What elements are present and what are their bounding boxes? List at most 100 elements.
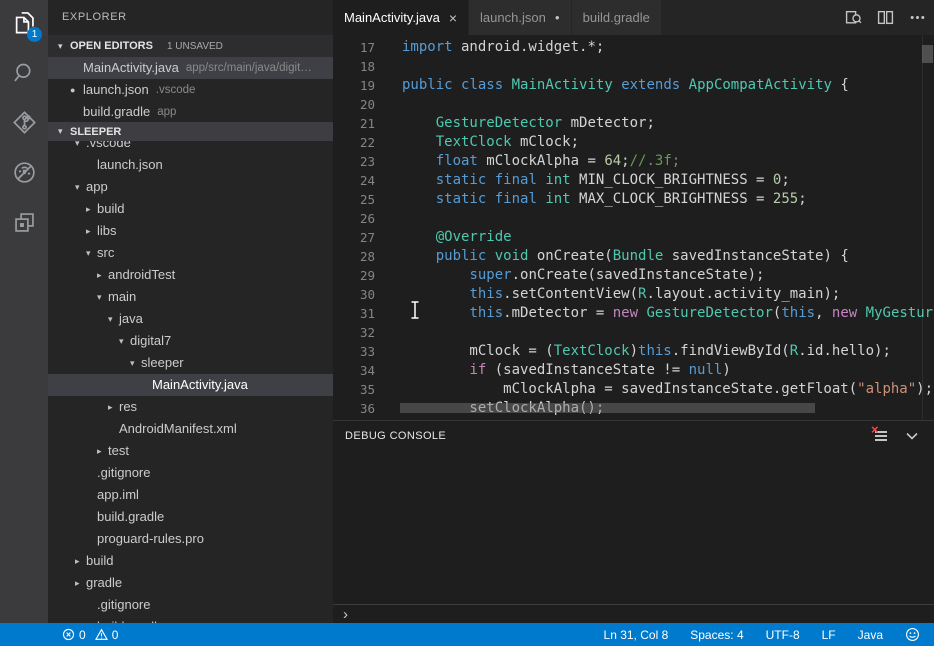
line-number: 28: [333, 247, 375, 266]
split-editor-icon[interactable]: [874, 7, 896, 29]
tree-item-label: proguard-rules.pro: [97, 528, 204, 550]
status-item-lf[interactable]: LF: [822, 628, 836, 642]
tree-item-label: build.gradle: [97, 506, 164, 528]
chevron-expanded-icon: ▾: [86, 242, 97, 264]
editor-group: MainActivity.java×launch.json● build.grad…: [333, 0, 934, 420]
status-bar: 0 0 Ln 31, Col 8 Spaces: 4 UTF-8 LF Java: [0, 623, 934, 646]
chevron-collapsed-icon: ▸: [75, 550, 86, 572]
vertical-scrollbar-thumb[interactable]: [922, 45, 933, 63]
horizontal-scrollbar[interactable]: [400, 403, 815, 413]
debug-console-panel: DEBUG CONSOLE × ›: [333, 420, 934, 623]
tree-item-androidtest[interactable]: ▸androidTest: [48, 264, 333, 286]
tree-item-label: AndroidManifest.xml: [119, 418, 237, 440]
line-number: 17: [333, 38, 375, 57]
tab-label: build.gradle: [583, 10, 650, 25]
activity-debug-button[interactable]: [0, 150, 48, 200]
tree-item-proguard-rules-pro[interactable]: proguard-rules.pro: [48, 528, 333, 550]
error-icon: [62, 628, 75, 641]
tree-item-launch-json[interactable]: launch.json: [48, 154, 333, 176]
tree-item-gitignore[interactable]: .gitignore: [48, 594, 333, 616]
line-text: mClock = (TextClock)this.findViewById(R.…: [375, 342, 891, 361]
line-number: 36: [333, 399, 375, 418]
tree-item-app[interactable]: ▾app: [48, 176, 333, 198]
line-text: import android.widget.*;: [375, 38, 604, 57]
feedback-smiley-icon[interactable]: [905, 627, 920, 642]
tree-item-build-gradle[interactable]: build.gradle: [48, 616, 333, 623]
activity-search-button[interactable]: [0, 50, 48, 100]
tree-item-main[interactable]: ▾main: [48, 286, 333, 308]
tree-item-sleeper[interactable]: ▾sleeper: [48, 352, 333, 374]
tree-item-label: build: [97, 198, 124, 220]
tree-item-res[interactable]: ▸res: [48, 396, 333, 418]
tree-item-app-iml[interactable]: app.iml: [48, 484, 333, 506]
tree-item-build-gradle[interactable]: build.gradle: [48, 506, 333, 528]
clear-console-icon[interactable]: ×: [872, 428, 890, 444]
code-editor[interactable]: 16import android.support.v7.app.AppCompa…: [333, 35, 934, 420]
close-icon[interactable]: ×: [449, 10, 457, 26]
line-text: static final int MAX_CLOCK_BRIGHTNESS = …: [375, 190, 807, 209]
tree-item-build[interactable]: ▸build: [48, 198, 333, 220]
tab-mainactivity-java[interactable]: MainActivity.java×: [333, 0, 469, 35]
vertical-scrollbar-track[interactable]: [922, 35, 934, 420]
activity-source-control-button[interactable]: [0, 100, 48, 150]
tree-item-androidmanifest-xml[interactable]: AndroidManifest.xml: [48, 418, 333, 440]
status-right: Ln 31, Col 8 Spaces: 4 UTF-8 LF Java: [604, 627, 934, 642]
warning-icon: [95, 628, 108, 641]
open-editors-header[interactable]: ▾ OPEN EDITORS 1 UNSAVED: [48, 35, 333, 57]
activity-explorer-button[interactable]: 1: [0, 0, 48, 50]
code-line: 27 @Override: [333, 228, 934, 247]
open-preview-icon[interactable]: [842, 7, 864, 29]
line-text: public void onCreate(Bundle savedInstanc…: [375, 247, 849, 266]
line-text: this.mDetector = new GestureDetector(thi…: [375, 304, 934, 323]
code-line: 30 this.setContentView(R.layout.activity…: [333, 285, 934, 304]
line-text: if (savedInstanceState != null): [375, 361, 731, 380]
tree-item-test[interactable]: ▸test: [48, 440, 333, 462]
repl-prompt-chevron[interactable]: ›: [343, 606, 348, 623]
line-number: 23: [333, 152, 375, 171]
chevron-expanded-icon: ▾: [119, 330, 130, 352]
open-editor-item-launch-json[interactable]: ●launch.json.vscode: [48, 79, 333, 101]
tree-item-libs[interactable]: ▸libs: [48, 220, 333, 242]
status-item-utf-8[interactable]: UTF-8: [766, 628, 800, 642]
tree-item-gitignore[interactable]: .gitignore: [48, 462, 333, 484]
tree-item-label: app.iml: [97, 484, 139, 506]
status-item-java[interactable]: Java: [858, 628, 883, 642]
activity-extensions-button[interactable]: [0, 200, 48, 250]
tree-item-digital7[interactable]: ▾digital7: [48, 330, 333, 352]
folder-section-header[interactable]: ▾ SLEEPER: [48, 122, 333, 141]
tree-item-build[interactable]: ▸build: [48, 550, 333, 572]
open-editor-item-mainactivity-java[interactable]: MainActivity.javaapp/src/main/java/digit…: [48, 57, 333, 79]
code-line: 33 mClock = (TextClock)this.findViewById…: [333, 342, 934, 361]
line-number: 26: [333, 209, 375, 228]
tree-item-java[interactable]: ▾java: [48, 308, 333, 330]
explorer-badge: 1: [27, 27, 42, 42]
line-text: [375, 209, 402, 228]
line-text: [375, 95, 402, 114]
panel-title[interactable]: DEBUG CONSOLE: [345, 430, 446, 442]
code-line: 25 static final int MAX_CLOCK_BRIGHTNESS…: [333, 190, 934, 209]
more-actions-icon[interactable]: [906, 7, 928, 29]
tab-build-gradle[interactable]: build.gradle: [572, 0, 662, 35]
vscode-window: 1: [0, 0, 934, 646]
tree-item-label: app: [86, 176, 108, 198]
tree-item-src[interactable]: ▾src: [48, 242, 333, 264]
tree-item-gradle[interactable]: ▸gradle: [48, 572, 333, 594]
line-number: 18: [333, 57, 375, 76]
editor-actions: [842, 0, 928, 35]
warning-count: 0: [112, 628, 119, 642]
status-item-ln-31-col-8[interactable]: Ln 31, Col 8: [604, 628, 669, 642]
panel-header: DEBUG CONSOLE ×: [333, 421, 934, 451]
problems-indicator[interactable]: 0 0: [62, 628, 118, 642]
tree-item-label: java: [119, 308, 143, 330]
tab-launch-json[interactable]: launch.json●: [469, 0, 572, 35]
tree-item-mainactivity-java[interactable]: MainActivity.java: [48, 374, 333, 396]
chevron-expanded-icon: ▾: [58, 41, 70, 52]
open-editor-item-build-gradle[interactable]: build.gradleapp: [48, 101, 333, 123]
chevron-down-icon[interactable]: [904, 428, 922, 444]
chevron-collapsed-icon: ▸: [86, 198, 97, 220]
line-number: 21: [333, 114, 375, 133]
line-number: 27: [333, 228, 375, 247]
dirty-dot-icon: ●: [555, 13, 560, 22]
code-line: 23 float mClockAlpha = 64;//.3f;: [333, 152, 934, 171]
status-item-spaces-4[interactable]: Spaces: 4: [690, 628, 743, 642]
